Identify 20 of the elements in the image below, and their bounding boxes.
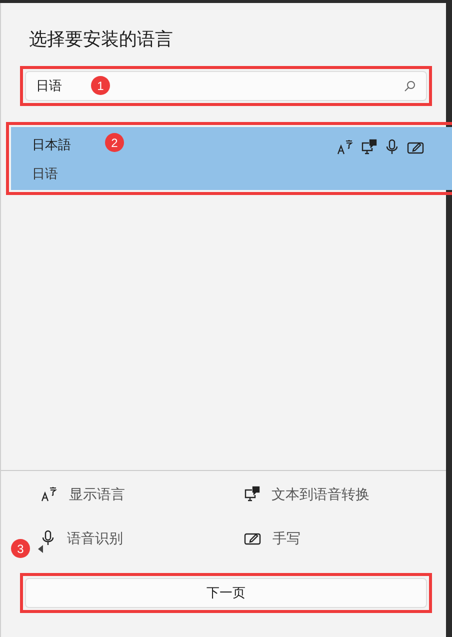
monitor-speech-icon xyxy=(244,486,260,502)
language-name: 日本語 xyxy=(32,136,71,154)
caret-left-icon xyxy=(38,545,43,553)
feature-label: 显示语言 xyxy=(69,484,125,504)
microphone-icon xyxy=(41,530,55,546)
feature-label: 文本到语音转换 xyxy=(272,484,370,504)
next-button[interactable]: 下一页 xyxy=(25,578,427,608)
monitor-speech-icon xyxy=(361,139,377,155)
search-icon xyxy=(404,80,416,92)
display-language-icon xyxy=(41,486,57,502)
search-field-value: 日语 xyxy=(36,77,62,96)
feature-label: 手写 xyxy=(272,528,300,548)
pen-icon xyxy=(407,140,424,154)
microphone-icon xyxy=(385,139,399,155)
pen-icon xyxy=(244,530,260,546)
step-badge: 3 xyxy=(11,539,30,558)
dialog-title: 选择要安装的语言 xyxy=(29,28,173,51)
display-language-icon xyxy=(337,139,353,155)
feature-label: 语音识别 xyxy=(67,528,123,548)
language-native-name: 日语 xyxy=(32,164,59,182)
